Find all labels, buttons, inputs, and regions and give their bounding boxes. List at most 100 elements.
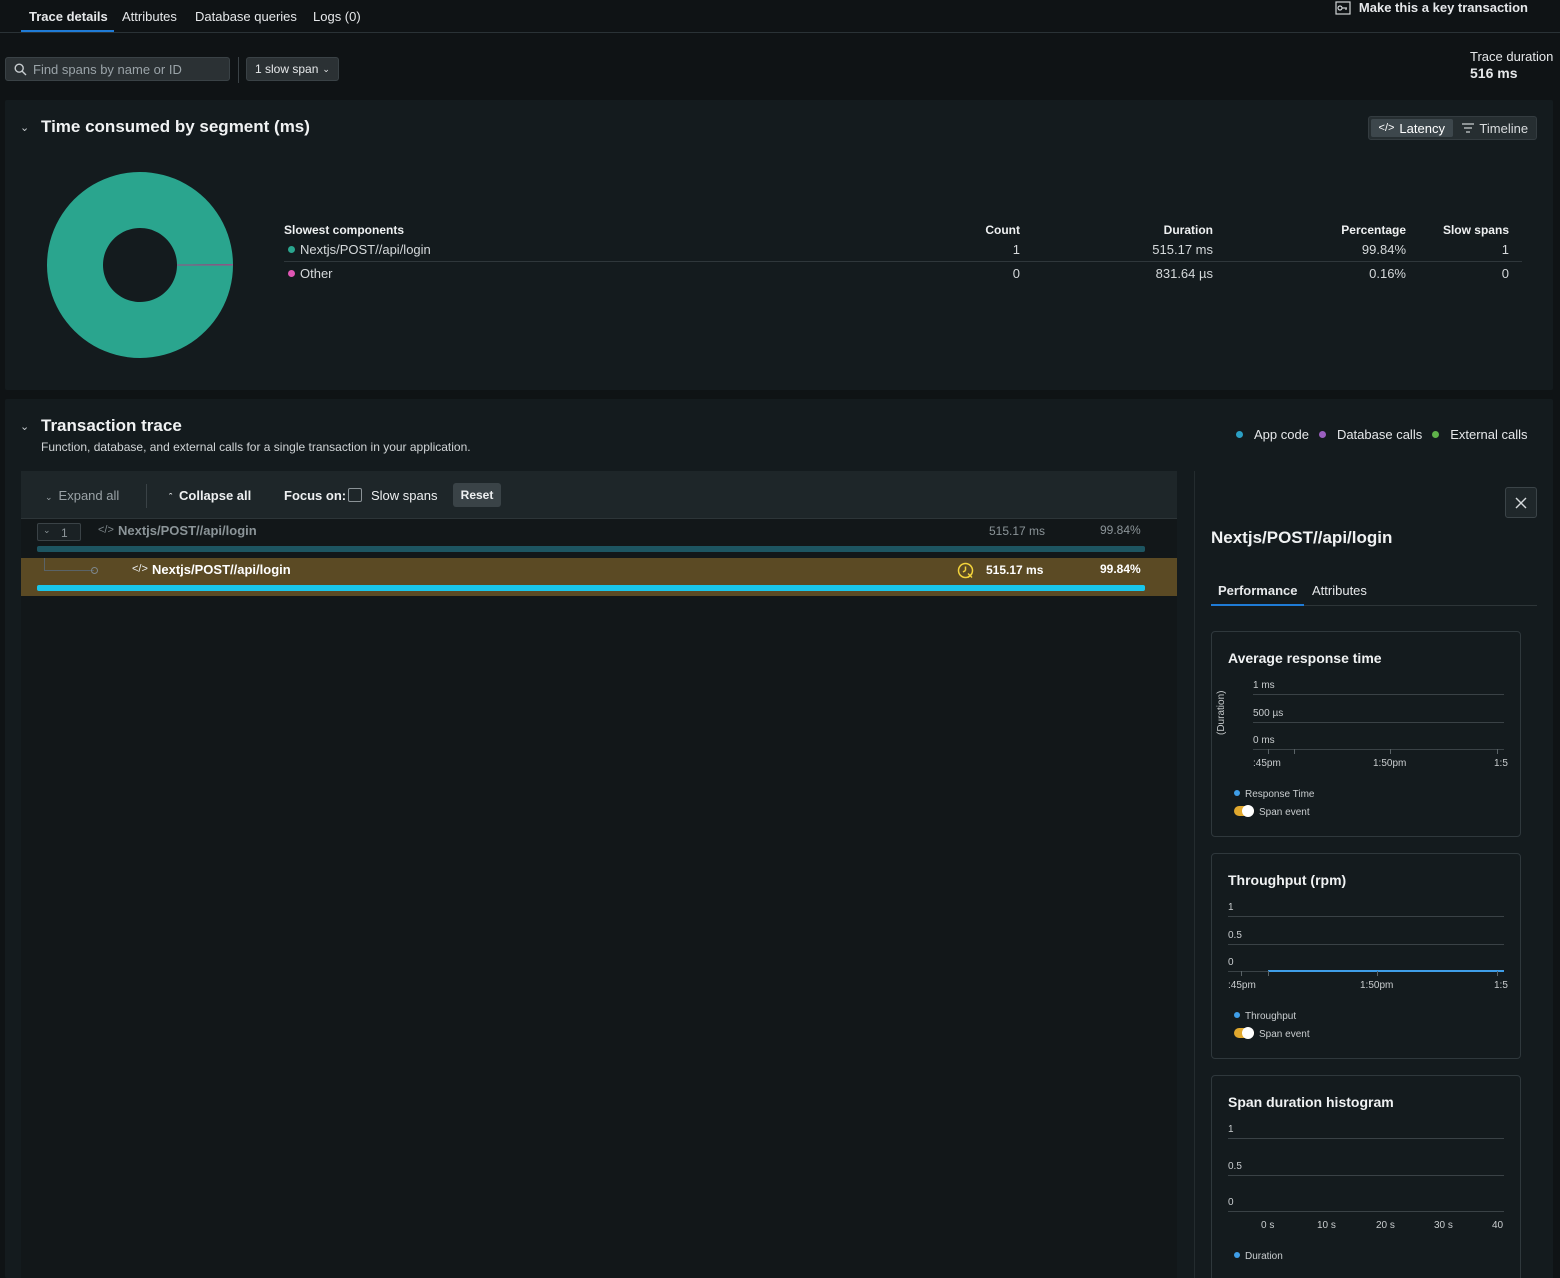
close-panel-button[interactable]: [1505, 487, 1537, 518]
span-event-toggle[interactable]: [1234, 1027, 1254, 1039]
tab-performance[interactable]: Performance: [1218, 583, 1297, 598]
y-tick-label: 0.5: [1228, 930, 1242, 941]
x-axis-line: [1228, 1211, 1504, 1212]
row-divider: [284, 261, 1522, 262]
span-percentage: 99.84%: [1100, 562, 1141, 576]
y-axis-label: (Duration): [1216, 690, 1227, 735]
x-tick-label: 40: [1492, 1220, 1504, 1231]
latency-toggle-button[interactable]: </> Latency: [1371, 119, 1453, 137]
card-title: Average response time: [1228, 650, 1382, 666]
tab-trace-details[interactable]: Trace details: [29, 9, 108, 24]
component-name: Other: [288, 266, 333, 281]
toolbar-divider: [146, 484, 147, 508]
x-tick: [1497, 749, 1498, 754]
x-tick: [1294, 749, 1295, 754]
transaction-trace-title: Transaction trace: [41, 416, 182, 435]
legend-duration[interactable]: Duration: [1234, 1251, 1283, 1262]
child-count: 1: [61, 526, 68, 540]
y-tick-label: 1: [1228, 1124, 1234, 1135]
y-tick-label: 0.5: [1228, 1161, 1242, 1172]
x-tick-label: 1:50pm: [1373, 758, 1407, 769]
x-tick-label: 0 s: [1261, 1220, 1275, 1231]
collapse-chevron-icon[interactable]: ⌄: [20, 420, 29, 433]
legend-response-time[interactable]: Response Time: [1234, 789, 1314, 800]
span-details-title: Nextjs/POST//api/login: [1211, 528, 1393, 547]
header-slow-spans: Slow spans: [1442, 223, 1509, 237]
x-tick: [1241, 971, 1242, 976]
span-duration-bar: [37, 585, 1145, 591]
component-slow-spans: 0: [1501, 266, 1509, 281]
tab-logs[interactable]: Logs (0): [313, 9, 361, 24]
y-tick-label: 0 ms: [1253, 735, 1275, 746]
segment-panel: [5, 100, 1553, 390]
filter-lines-icon: [1462, 123, 1475, 133]
trace-duration: Trace duration 516 ms: [1470, 49, 1553, 81]
series-color-dot: [288, 246, 295, 253]
card-title: Throughput (rpm): [1228, 872, 1347, 888]
component-name: Nextjs/POST//api/login: [288, 242, 431, 257]
gridline: [1253, 694, 1504, 695]
row-collapse-toggle[interactable]: ⌄ 1: [37, 523, 81, 541]
span-search-box[interactable]: [5, 57, 230, 81]
span-duration: 515.17 ms: [989, 524, 1046, 538]
x-axis-line: [1253, 749, 1504, 750]
x-tick-label: 10 s: [1317, 1220, 1336, 1231]
reset-button[interactable]: Reset: [453, 483, 501, 507]
slow-spans-label[interactable]: Slow spans: [371, 488, 437, 503]
focus-on-label: Focus on:: [284, 488, 347, 503]
span-duration-histogram-card: Span duration histogram 1 0.5 0 0 s 10 s…: [1211, 1075, 1521, 1278]
component-slow-spans: 1: [1501, 242, 1509, 257]
slow-span-clock-icon: [957, 562, 974, 579]
legend-throughput[interactable]: Throughput: [1234, 1011, 1296, 1022]
transaction-trace-subtitle: Function, database, and external calls f…: [41, 440, 471, 454]
avg-response-time-card: Average response time (Duration) 1 ms 50…: [1211, 631, 1521, 837]
card-title: Span duration histogram: [1228, 1094, 1394, 1110]
x-tick-label: :45pm: [1228, 980, 1256, 991]
y-tick-label: 0: [1228, 957, 1234, 968]
tree-connector: [44, 570, 94, 571]
span-event-toggle[interactable]: [1234, 805, 1254, 817]
tab-span-attributes[interactable]: Attributes: [1312, 583, 1367, 598]
x-tick-label: 1:50pm: [1360, 980, 1394, 991]
component-duration: 515.17 ms: [1152, 242, 1213, 257]
x-tick-label: 30 s: [1434, 1220, 1453, 1231]
x-tick: [1390, 749, 1391, 754]
component-percentage: 0.16%: [1369, 266, 1406, 281]
trace-row-selected[interactable]: </> Nextjs/POST//api/login 515.17 ms 99.…: [21, 558, 1177, 596]
x-tick-label: 1:5: [1494, 980, 1508, 991]
active-side-tab-indicator: [1211, 604, 1304, 606]
legend-app-code: App code: [1236, 427, 1309, 442]
segment-donut-chart: [46, 172, 233, 359]
throughput-series-line: [1268, 970, 1504, 972]
timeline-label: Timeline: [1479, 120, 1529, 136]
tab-database-queries[interactable]: Database queries: [195, 9, 297, 24]
key-transaction-button[interactable]: Make this a key transaction: [1335, 0, 1528, 15]
legend-external-calls: External calls: [1432, 427, 1528, 442]
y-tick-label: 500 µs: [1253, 708, 1284, 719]
span-search-input[interactable]: [33, 61, 223, 77]
y-tick-label: 1: [1228, 902, 1234, 913]
slow-span-filter-label: 1 slow span: [255, 62, 319, 76]
chevron-down-icon: ⌄: [45, 492, 53, 502]
key-transaction-icon: [1335, 0, 1351, 15]
latency-label: Latency: [1399, 120, 1445, 136]
tab-attributes[interactable]: Attributes: [122, 9, 177, 24]
code-icon: </>: [1378, 122, 1395, 134]
code-icon: </>: [132, 563, 148, 575]
component-percentage: 99.84%: [1361, 242, 1406, 257]
component-duration: 831.64 µs: [1155, 266, 1213, 281]
header-percentage: Percentage: [1341, 223, 1406, 237]
chevron-down-icon: ⌄: [322, 63, 330, 74]
slow-spans-checkbox[interactable]: [348, 488, 362, 502]
expand-all-button[interactable]: ⌄ Expand all: [45, 488, 119, 503]
gridline: [1228, 1175, 1504, 1176]
collapse-chevron-icon[interactable]: ⌄: [20, 121, 29, 134]
trace-row[interactable]: ⌄ 1 </> Nextjs/POST//api/login 515.17 ms…: [21, 519, 1177, 557]
timeline-toggle-button[interactable]: Timeline: [1455, 117, 1537, 139]
legend-span-event[interactable]: Span event: [1234, 805, 1310, 818]
x-tick-label: 1:5: [1494, 758, 1508, 769]
span-duration-bar: [37, 546, 1145, 552]
slow-span-filter-dropdown[interactable]: 1 slow span ⌄: [246, 57, 339, 81]
legend-span-event[interactable]: Span event: [1234, 1027, 1310, 1040]
collapse-all-button[interactable]: ˆ Collapse all: [169, 488, 251, 503]
